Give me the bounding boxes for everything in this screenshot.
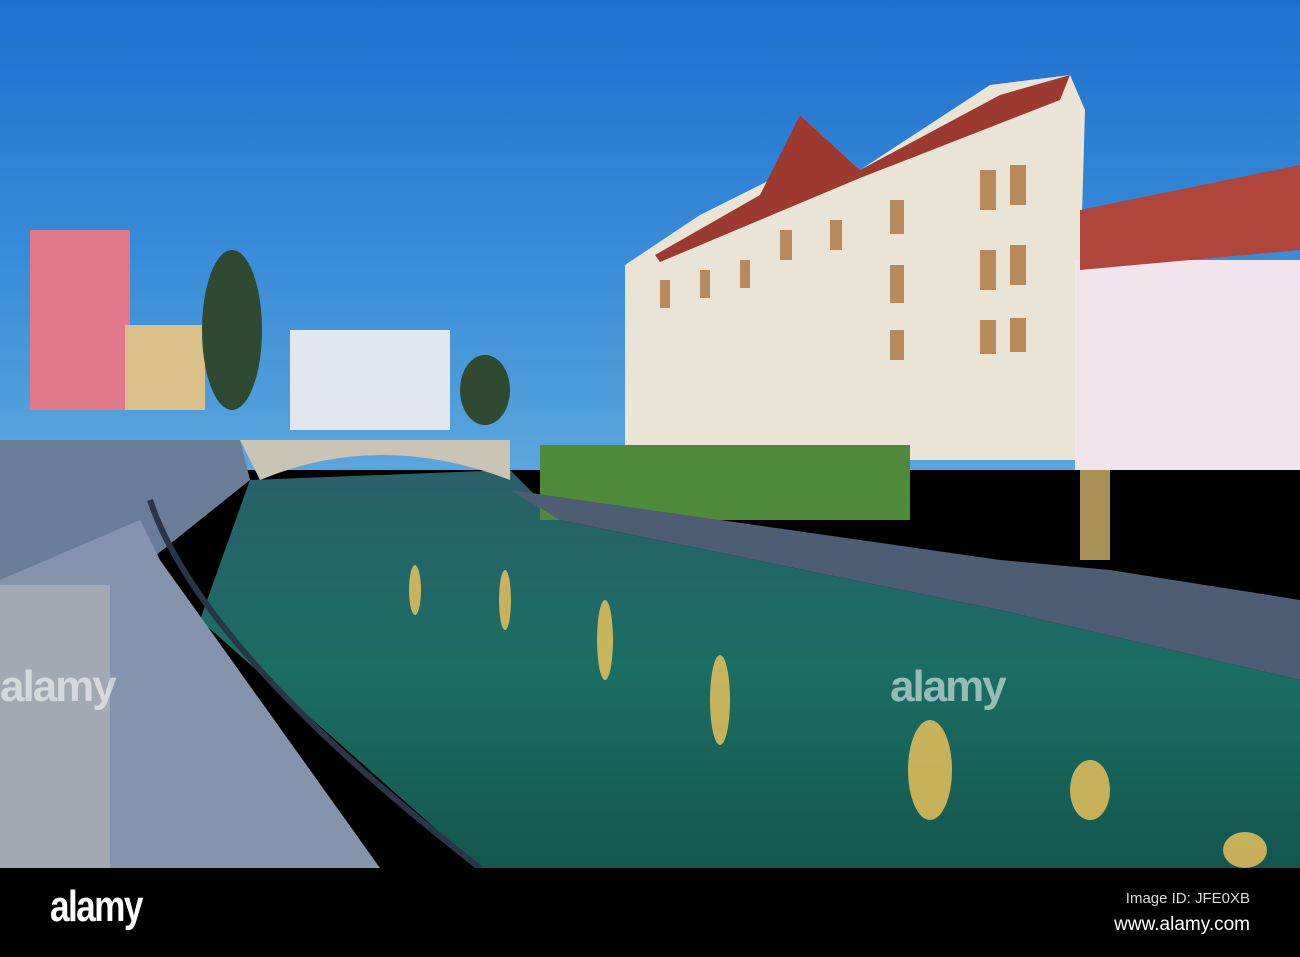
stone-wall [0,585,110,868]
watermark-bar: alamy Image ID: JFE0XB www.alamy.com [0,868,1300,957]
tree [460,355,510,425]
stairs-light [1080,470,1110,560]
distant-building [125,325,205,410]
alamy-watermark: alamy [0,662,117,711]
pink-building [1075,260,1300,470]
distant-building [290,330,450,430]
alamy-watermark: alamy [890,662,1007,711]
tree [202,250,262,410]
pink-church [30,230,130,410]
alamy-logo: alamy [50,882,143,931]
image-id: Image ID: JFE0XB [1125,890,1250,907]
stock-photo: alamy alamy alamy Image ID: JFE0XB www.a… [0,0,1300,957]
river-scene-photo [0,0,1300,868]
website-link[interactable]: www.alamy.com [1114,914,1250,936]
